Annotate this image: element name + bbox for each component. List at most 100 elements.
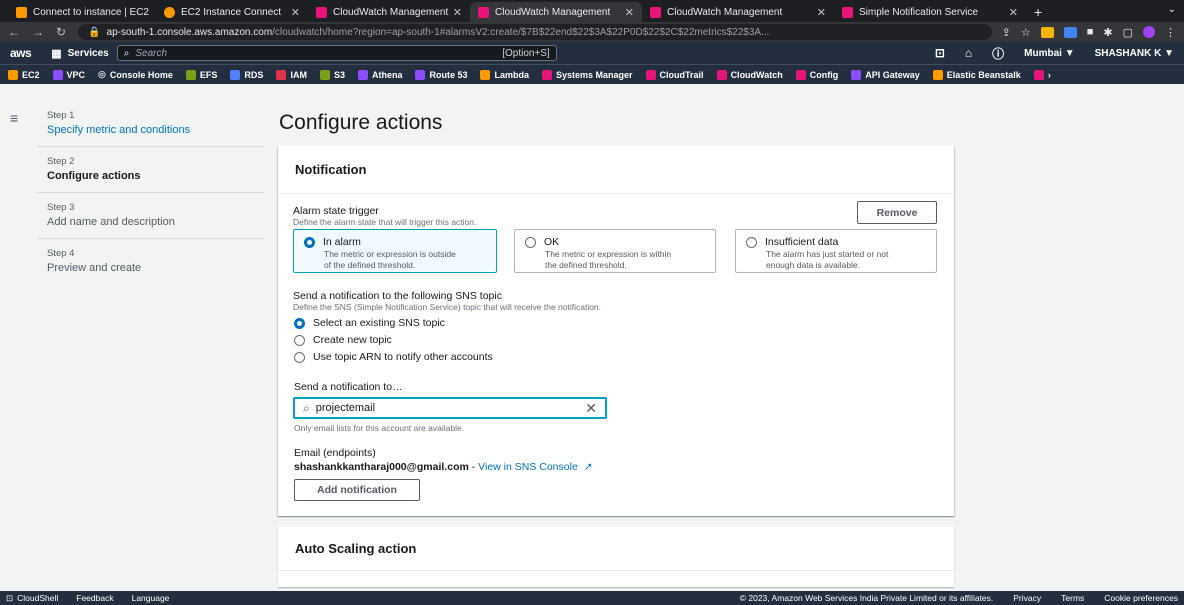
tile-title: OK [544, 236, 560, 248]
option-topic-arn[interactable]: Use topic ARN to notify other accounts [294, 351, 493, 363]
cookie-preferences-link[interactable]: Cookie preferences [1104, 593, 1178, 603]
send-to-label: Send a notification to… [294, 381, 403, 393]
notifications-bell-icon[interactable]: ⌂ [965, 46, 972, 60]
favorite-systems-manager[interactable]: Systems Manager [542, 69, 633, 80]
alarm-state-trigger-label: Alarm state trigger [293, 205, 379, 217]
close-icon[interactable]: ✕ [1009, 6, 1018, 19]
favorite-rds[interactable]: RDS [230, 69, 264, 80]
hamburger-menu-icon[interactable]: ≡ [10, 110, 18, 126]
browser-tab[interactable]: Simple Notification Service ✕ [834, 2, 1026, 22]
back-icon[interactable]: ← [8, 25, 20, 39]
forward-icon[interactable]: → [32, 25, 44, 39]
favorites-overflow[interactable]: › [1033, 69, 1051, 80]
favorite-cloudtrail[interactable]: CloudTrail [645, 69, 704, 80]
tile-ok[interactable]: OK The metric or expression is within th… [514, 229, 716, 273]
share-icon[interactable]: ⇪ [1002, 26, 1011, 39]
url-path: /cloudwatch/home?region=ap-south-1#alarm… [272, 26, 770, 38]
search-icon: ⌕ [303, 400, 310, 415]
sns-favicon-icon [842, 6, 853, 18]
favorite-label: Athena [371, 69, 403, 80]
extension-icon[interactable] [1040, 26, 1054, 38]
sns-topic-input[interactable] [315, 402, 586, 414]
favorite-efs[interactable]: EFS [185, 69, 217, 80]
browser-tab[interactable]: EC2 Instance Connect ✕ [156, 2, 308, 22]
extensions-puzzle-icon[interactable]: ✱ [1103, 26, 1112, 39]
tab-search-icon[interactable]: ⌄ [1168, 4, 1176, 15]
aws-search-input[interactable]: ⌕ Search [Option+S] [116, 45, 557, 61]
extension-icon[interactable]: ■ [1087, 26, 1094, 38]
favorite-iam[interactable]: IAM [276, 69, 307, 80]
option-create-new[interactable]: Create new topic [294, 334, 392, 346]
cloudshell-icon[interactable]: ⊡ [935, 46, 945, 60]
favorite-api-gateway[interactable]: API Gateway [851, 69, 920, 80]
step-number: Step 2 [47, 156, 75, 167]
feedback-link[interactable]: Feedback [76, 593, 113, 603]
close-icon[interactable]: ✕ [817, 6, 826, 19]
extension-icon[interactable] [1063, 26, 1077, 38]
profile-avatar-icon[interactable] [1143, 26, 1155, 38]
favorite-cloudwatch[interactable]: CloudWatch [716, 69, 783, 80]
radio-off-icon [746, 236, 757, 248]
endpoints-label: Email (endpoints) [294, 447, 376, 459]
favorite-ec2[interactable]: EC2 [8, 69, 40, 80]
address-bar[interactable]: 🔒 ap-south-1.console.aws.amazon.com /clo… [78, 24, 992, 40]
favorite-lambda[interactable]: Lambda [480, 69, 529, 80]
view-in-sns-link[interactable]: View in SNS Console [478, 461, 578, 473]
favorite-route53[interactable]: Route 53 [415, 69, 467, 80]
cloudshell-link[interactable]: ⊡ CloudShell [6, 593, 58, 604]
option-label: Select an existing SNS topic [313, 317, 445, 329]
step-link[interactable]: Specify metric and conditions [47, 124, 254, 146]
bookmark-star-icon[interactable]: ☆ [1021, 26, 1031, 39]
language-link[interactable]: Language [132, 593, 170, 603]
new-tab-button[interactable]: + [1026, 2, 1050, 22]
add-notification-button[interactable]: Add notification [294, 479, 420, 501]
remove-button[interactable]: Remove [857, 201, 937, 224]
aws-logo[interactable]: aws [10, 46, 32, 60]
account-menu[interactable]: SHASHANK K ▼ [1095, 48, 1174, 59]
wizard-step: Step 1 Specify metric and conditions [37, 110, 264, 147]
favorite-label: CloudTrail [659, 69, 704, 80]
tile-desc: The metric or expression is outside [324, 249, 456, 259]
browser-tab[interactable]: CloudWatch Management ✕ [308, 2, 470, 22]
tile-insufficient-data[interactable]: Insufficient data The alarm has just sta… [735, 229, 937, 273]
side-panel-icon[interactable]: ▢ [1123, 26, 1133, 39]
reload-icon[interactable]: ↻ [56, 25, 66, 39]
email-endpoint-line: shashankkantharaj000@gmail.com - View in… [294, 461, 593, 473]
services-menu-button[interactable]: ▦ Services [51, 47, 109, 60]
url-host: ap-south-1.console.aws.amazon.com [106, 26, 273, 38]
tab-label: Simple Notification Service [859, 6, 978, 18]
favorite-label: CloudWatch [730, 69, 783, 80]
favorite-vpc[interactable]: VPC [52, 69, 85, 80]
favorite-elastic-beanstalk[interactable]: Elastic Beanstalk [932, 69, 1021, 80]
tile-in-alarm[interactable]: In alarm The metric or expression is out… [293, 229, 497, 273]
favorite-label: RDS [244, 69, 264, 80]
clear-icon[interactable]: ✕ [585, 400, 597, 417]
region-selector[interactable]: Mumbai ▼ [1024, 48, 1074, 59]
browser-tab-active[interactable]: CloudWatch Management ✕ [470, 2, 642, 22]
tile-desc: The metric or expression is within [545, 249, 672, 259]
step-label: Preview and create [47, 262, 142, 274]
browser-tab[interactable]: Connect to instance | EC2 ✕ [8, 2, 156, 22]
external-link-icon[interactable]: ↗ [584, 461, 593, 473]
browser-tab[interactable]: CloudWatch Management ✕ [642, 2, 834, 22]
privacy-link[interactable]: Privacy [1013, 593, 1041, 603]
console-home-icon: ◎ [98, 69, 106, 79]
close-icon[interactable]: ✕ [291, 6, 300, 19]
cloudwatch-favicon-icon [316, 6, 327, 18]
help-icon[interactable]: ⓘ [992, 45, 1004, 62]
favorite-config[interactable]: Config [795, 69, 838, 80]
favorite-athena[interactable]: Athena [357, 69, 403, 80]
browser-menu-icon[interactable]: ⋮ [1165, 26, 1176, 39]
tile-desc: The alarm has just started or not [766, 249, 889, 259]
tab-label: Connect to instance | EC2 [33, 6, 149, 18]
terms-link[interactable]: Terms [1061, 593, 1084, 603]
favorite-s3[interactable]: S3 [319, 69, 345, 80]
option-select-existing[interactable]: Select an existing SNS topic [294, 317, 445, 329]
services-label: Services [67, 47, 109, 59]
efs-icon [185, 69, 196, 80]
sns-topic-search[interactable]: ⌕ ✕ [293, 397, 607, 419]
favorite-console-home[interactable]: ◎ Console Home [98, 69, 173, 80]
close-icon[interactable]: ✕ [453, 6, 462, 19]
favorite-label: IAM [290, 69, 307, 80]
close-icon[interactable]: ✕ [625, 6, 634, 19]
